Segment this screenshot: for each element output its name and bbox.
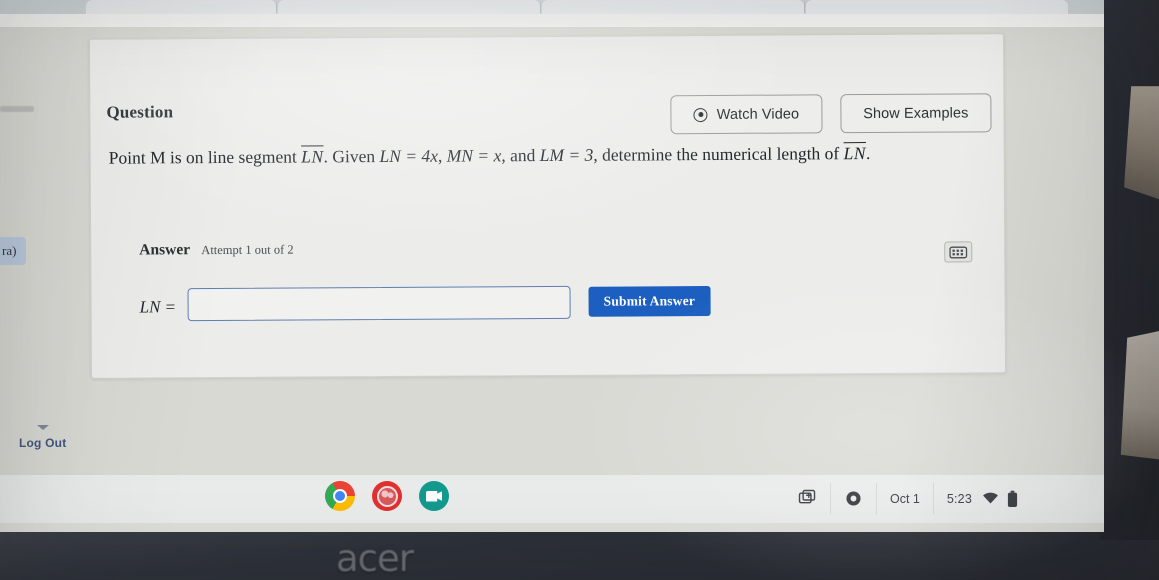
question-part-6: . — [865, 143, 871, 164]
browser-toolbar — [0, 14, 1104, 27]
question-part-4: , and — [501, 145, 540, 166]
laptop-bezel-right — [1100, 0, 1159, 540]
shelf-app-icons — [325, 481, 449, 511]
laptop-screen: rs) ra) Log Out Question Watch Video Sho… — [0, 0, 1104, 532]
show-examples-label: Show Examples — [863, 104, 969, 122]
question-card: Question Watch Video Show Examples Point… — [88, 33, 1007, 379]
wifi-icon — [983, 492, 998, 504]
battery-icon — [1007, 490, 1018, 507]
chromeos-shelf: Oct 1 5:23 — [0, 475, 1104, 523]
card-action-buttons: Watch Video Show Examples — [670, 93, 992, 135]
question-part-1: Point M is on line segment — [108, 146, 302, 168]
record-circle-icon — [693, 107, 708, 122]
tab-divider — [540, 2, 541, 13]
sidebar-item-2-selected[interactable]: ra) — [0, 237, 27, 265]
browser-tab[interactable] — [86, 0, 276, 14]
shelf-time: 5:23 — [946, 491, 972, 506]
browser-tab[interactable] — [278, 0, 540, 14]
answer-label: Answer — [139, 241, 191, 259]
sidebar: rs) ra) Log Out — [0, 27, 96, 475]
question-part-3: , — [437, 145, 447, 166]
deltamath-page: rs) ra) Log Out Question Watch Video Sho… — [0, 27, 1104, 489]
equation-ln-4x: LN = 4x — [379, 145, 439, 167]
watch-video-label: Watch Video — [716, 105, 800, 123]
page-title: Question — [106, 102, 174, 122]
attempt-counter: Attempt 1 out of 2 — [201, 242, 294, 258]
segment-ln-1: LN — [301, 146, 324, 167]
tab-divider — [276, 2, 277, 13]
gear-icon[interactable] — [829, 483, 876, 514]
browser-tab[interactable] — [542, 0, 804, 14]
chrome-app-icon[interactable] — [325, 481, 355, 511]
equation-mn-x: MN = x — [446, 145, 502, 166]
answer-input[interactable] — [187, 285, 571, 322]
question-part-5: , determine the numerical length of — [593, 143, 844, 165]
video-app-icon[interactable] — [419, 481, 449, 511]
show-examples-button[interactable]: Show Examples — [840, 93, 992, 134]
tab-divider — [804, 2, 805, 13]
question-text: Point M is on line segment LN. Given LN … — [109, 138, 959, 171]
equation-lm-3: LM = 3 — [539, 144, 594, 166]
submit-answer-button[interactable]: Submit Answer — [588, 286, 711, 317]
calculator-icon[interactable] — [944, 241, 973, 263]
watch-video-button[interactable]: Watch Video — [670, 94, 823, 135]
screen-capture-icon[interactable] — [785, 483, 830, 514]
shelf-status-area[interactable]: 5:23 — [932, 483, 1031, 514]
system-tray[interactable]: Oct 1 5:23 — [785, 483, 1031, 514]
answer-prefix: LN = — [139, 297, 177, 317]
logout-link[interactable]: Log Out — [19, 436, 66, 450]
browser-tab[interactable] — [806, 0, 1068, 14]
shelf-date[interactable]: Oct 1 — [875, 483, 933, 514]
chevron-down-icon[interactable] — [37, 425, 49, 430]
art-app-icon[interactable] — [372, 481, 402, 511]
browser-tab-strip — [0, 0, 1104, 14]
photo-of-laptop-screen: acer rs) ra) Log Out Que — [0, 0, 1159, 580]
acer-brand-logo: acer — [336, 537, 414, 580]
laptop-bezel-bottom — [0, 528, 1159, 580]
segment-ln-2: LN — [843, 143, 867, 164]
question-part-2: . Given — [323, 146, 380, 167]
sidebar-logo — [0, 106, 34, 112]
